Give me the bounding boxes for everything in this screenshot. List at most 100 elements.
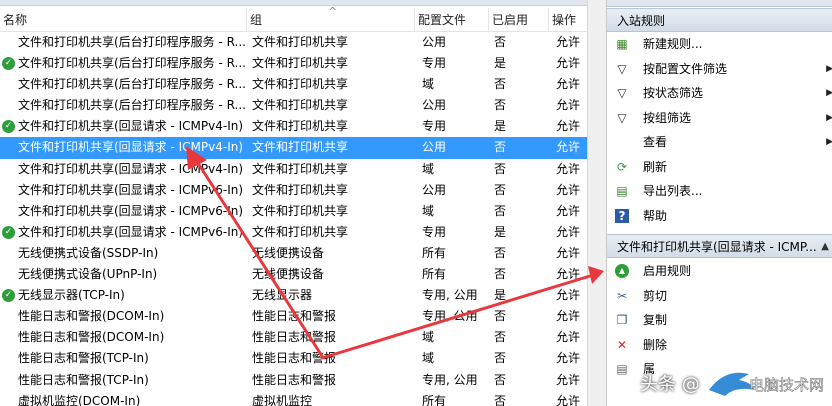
action-item[interactable]: ▽ 按状态筛选 ▶ [607, 81, 832, 105]
action-label: 查看 [643, 135, 668, 149]
rule-enabled-cell: 是 [494, 56, 507, 71]
pane-splitter[interactable] [587, 0, 606, 406]
action-item[interactable]: ✂ 剪切 [607, 284, 832, 308]
rule-enabled-cell: 否 [494, 77, 507, 92]
enabled-check-icon: ✓ [2, 120, 15, 134]
action-item[interactable]: ⟳ 刷新 [607, 155, 832, 179]
table-row[interactable]: 性能日志和警报(TCP-In) 性能日志和警报 域 否 允许 [0, 348, 587, 369]
section-selected-rule[interactable]: 文件和打印机共享(回显请求 - ICMP... ▲ [607, 234, 832, 258]
table-row[interactable]: 无线便携式设备(UPnP-In) 无线便携设备 所有 否 允许 [0, 264, 587, 285]
action-item[interactable]: ▤ 导出列表... [607, 179, 832, 203]
rule-action-cell: 允许 [556, 330, 581, 345]
action-item[interactable]: ▽ 按组筛选 ▶ [607, 106, 832, 130]
rule-action-cell: 允许 [556, 288, 581, 303]
submenu-arrow-icon: ▶ [826, 130, 832, 154]
table-row[interactable]: 文件和打印机共享(回显请求 - ICMPv4-In) 文件和打印机共享 域 否 允许 [0, 159, 587, 180]
rule-group-cell: 文件和打印机共享 [252, 140, 349, 155]
table-row[interactable]: 文件和打印机共享(回显请求 - ICMPv6-In) 文件和打印机共享 公用 否 允许 [0, 180, 587, 201]
rule-group-cell: 无线显示器 [252, 288, 313, 303]
properties-icon: ▤ [616, 362, 628, 376]
copy-icon: ❐ [616, 313, 628, 327]
rule-name-cell: 文件和打印机共享(后台打印程序服务 - R... [18, 35, 246, 49]
rule-action-cell: 允许 [556, 35, 581, 49]
rule-name-cell: 文件和打印机共享(回显请求 - ICMPv6-In) [18, 203, 244, 218]
table-row[interactable]: ✓ 文件和打印机共享(回显请求 - ICMPv6-In) 文件和打印机共享 专用 是 允许 [0, 222, 587, 243]
rule-action-cell: 允许 [556, 182, 581, 197]
rule-group-cell: 文件和打印机共享 [252, 224, 349, 239]
table-row[interactable]: 文件和打印机共享(后台打印程序服务 - R... 文件和打印机共享 域 否 允许 [0, 74, 587, 95]
action-label: 删除 [643, 337, 668, 352]
actions-top-strip [607, 0, 832, 7]
rule-profile-cell: 域 [422, 161, 435, 176]
rule-name-cell: 性能日志和警报(TCP-In) [18, 351, 149, 366]
filter-icon: ▽ [617, 61, 627, 76]
action-item[interactable]: ? 帮助 [607, 204, 832, 228]
export-icon: ▤ [616, 184, 628, 198]
table-row[interactable]: 无线便携式设备(SSDP-In) 无线便携设备 所有 否 允许 [0, 243, 587, 264]
action-item[interactable]: 查看 ▶ [607, 130, 832, 154]
rule-profile-cell: 公用 [422, 182, 447, 197]
rule-name-cell: 性能日志和警报(TCP-In) [18, 372, 149, 387]
rule-action-cell: 允许 [556, 77, 581, 92]
table-row[interactable]: ✓ 文件和打印机共享(后台打印程序服务 - R... 文件和打印机共享 专用 是 允许 [0, 53, 587, 74]
table-row[interactable]: 性能日志和警报(DCOM-In) 性能日志和警报 域 否 允许 [0, 327, 587, 348]
column-header-enabled[interactable]: 已启用 [489, 8, 549, 32]
rule-action-cell: 允许 [556, 224, 581, 239]
action-item[interactable]: ❐ 复制 [607, 308, 832, 332]
table-row[interactable]: ✓ 文件和打印机共享(回显请求 - ICMPv4-In) 文件和打印机共享 专用 是 允许 [0, 116, 587, 137]
filter-icon: ▽ [617, 86, 627, 100]
action-item[interactable]: ✕ 删除 [607, 333, 832, 357]
enable-rule-icon: ▲ [615, 264, 629, 278]
rule-enabled-cell: 否 [494, 330, 507, 345]
enabled-check-icon: ✓ [2, 289, 15, 303]
table-row[interactable]: 性能日志和警报(DCOM-In) 性能日志和警报 专用, 公用 否 允许 [0, 306, 587, 327]
action-item[interactable]: ▽ 按配置文件筛选 ▶ [607, 57, 832, 81]
rule-profile-cell: 专用, 公用 [422, 309, 478, 324]
action-item[interactable]: ▲ 启用规则 [607, 259, 832, 283]
section-inbound-rules[interactable]: 入站规则 [607, 8, 832, 32]
table-row[interactable]: 文件和打印机共享(回显请求 - ICMPv4-In) 文件和打印机共享 公用 否 允许 [0, 137, 587, 159]
rule-profile-cell: 域 [422, 77, 435, 92]
rule-action-cell: 允许 [556, 140, 581, 155]
rule-profile-cell: 公用 [422, 98, 447, 113]
rule-group-cell: 文件和打印机共享 [252, 77, 349, 92]
rule-enabled-cell: 否 [494, 182, 507, 197]
rule-enabled-cell: 否 [494, 267, 507, 282]
rule-name-cell: 文件和打印机共享(回显请求 - ICMPv6-In) [18, 224, 244, 239]
table-row[interactable]: 虚拟机监控(DCOM-In) 虚拟机监控 所有 否 允许 [0, 391, 587, 406]
column-header-profile[interactable]: 配置文件 [415, 8, 489, 32]
action-label: 帮助 [643, 208, 668, 223]
table-row[interactable]: 文件和打印机共享(后台打印程序服务 - R... 文件和打印机共享 公用 否 允许 [0, 95, 587, 116]
table-row[interactable]: 性能日志和警报(TCP-In) 性能日志和警报 专用, 公用 否 允许 [0, 370, 587, 391]
collapse-up-icon: ▲ [821, 241, 829, 252]
rule-name-cell: 性能日志和警报(DCOM-In) [18, 330, 165, 345]
rule-group-cell: 文件和打印机共享 [252, 119, 349, 134]
rule-group-cell: 文件和打印机共享 [252, 98, 349, 113]
rule-action-cell: 允许 [556, 245, 581, 260]
rule-enabled-cell: 否 [494, 393, 507, 406]
rule-enabled-cell: 是 [494, 288, 507, 303]
rule-group-cell: 文件和打印机共享 [252, 161, 349, 176]
rule-name-cell: 无线便携式设备(UPnP-In) [18, 267, 158, 282]
rule-enabled-cell: 否 [494, 351, 507, 366]
sort-up-icon: ^ [328, 5, 338, 18]
column-header-name[interactable]: 名称 [0, 8, 247, 32]
rule-group-cell: 虚拟机监控 [252, 393, 313, 406]
table-row[interactable]: 文件和打印机共享(后台打印程序服务 - R... 文件和打印机共享 公用 否 允许 [0, 32, 587, 53]
action-label: 剪切 [643, 288, 668, 303]
action-label: 启用规则 [643, 264, 692, 278]
table-row[interactable]: 文件和打印机共享(回显请求 - ICMPv6-In) 文件和打印机共享 域 否 允许 [0, 201, 587, 222]
actions-pane: 入站规则 ▦ 新建规则... ▽ 按配置文件筛选 ▶ ▽ 按状态筛选 ▶ ▽ 按组筛选 ▶ 查看 ▶ ⟳ 刷… [606, 0, 832, 406]
column-header-action[interactable]: 操作 [549, 8, 587, 32]
action-item[interactable]: ▦ 新建规则... [607, 32, 832, 56]
svg-text:电脑技术网: 电脑技术网 [749, 376, 824, 394]
action-label: 刷新 [643, 159, 668, 174]
rule-enabled-cell: 否 [494, 140, 507, 155]
rule-profile-cell: 专用, 公用 [422, 372, 478, 387]
rule-action-cell: 允许 [556, 351, 581, 366]
submenu-arrow-icon: ▶ [826, 81, 832, 105]
rule-group-cell: 性能日志和警报 [252, 351, 337, 366]
rule-profile-cell: 专用 [422, 119, 447, 134]
table-row[interactable]: ✓ 无线显示器(TCP-In) 无线显示器 专用, 公用 是 允许 [0, 285, 587, 306]
table-header: 名称 组 ^ 配置文件 已启用 操作 [0, 5, 587, 32]
